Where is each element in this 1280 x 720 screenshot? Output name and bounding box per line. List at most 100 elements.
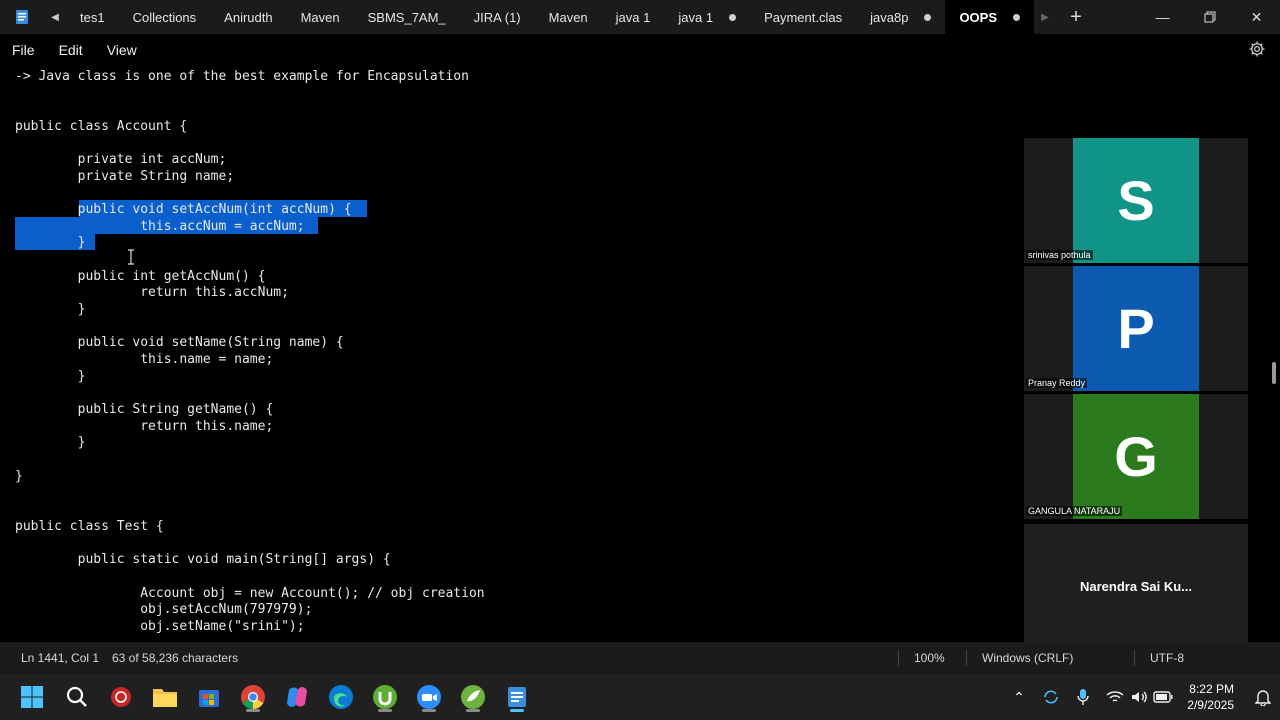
status-bar: Ln 1441, Col 1 63 of 58,236 characters 1… bbox=[0, 642, 1280, 674]
participant-avatar: P bbox=[1073, 266, 1199, 391]
code-line: } bbox=[15, 435, 86, 450]
code-line: private int accNum; bbox=[15, 152, 227, 167]
chrome-icon[interactable] bbox=[238, 682, 268, 712]
tab[interactable]: Maven bbox=[287, 0, 354, 34]
character-count: 63 of 58,236 characters bbox=[112, 651, 239, 665]
unsaved-dot-icon bbox=[924, 13, 932, 21]
meeting-participants-panel: Ssrinivas pothula P Pranay Reddy G GANGULA N… bbox=[1024, 138, 1248, 649]
line-ending[interactable]: Windows (CRLF) bbox=[982, 651, 1073, 665]
tab[interactable]: tes1 bbox=[66, 0, 119, 34]
windows-start-icon[interactable] bbox=[17, 682, 47, 712]
tab[interactable]: Maven bbox=[535, 0, 602, 34]
participant-tile[interactable]: G GANGULA NATARAJU bbox=[1024, 394, 1248, 519]
ibeam-cursor-icon bbox=[127, 249, 135, 265]
tab-label: tes1 bbox=[80, 9, 105, 25]
tab-label: JIRA (1) bbox=[473, 9, 521, 25]
tab-label: SBMS_7AM_ bbox=[367, 9, 446, 25]
tab[interactable]: Payment.clas bbox=[750, 0, 856, 34]
tab-label: Maven bbox=[548, 9, 588, 25]
code-line: return this.accNum; bbox=[15, 285, 289, 300]
code-line: public class Test { bbox=[15, 519, 164, 534]
edge-icon[interactable] bbox=[326, 682, 356, 712]
new-tab-button[interactable]: + bbox=[1056, 6, 1096, 29]
microsoft-store-icon[interactable] bbox=[194, 682, 224, 712]
copilot-icon[interactable] bbox=[282, 682, 312, 712]
tab-label: java8p bbox=[870, 9, 909, 25]
code-line: -> Java class is one of the best example… bbox=[15, 69, 469, 84]
text-editor[interactable]: -> Java class is one of the best example… bbox=[0, 66, 1020, 642]
editor-scrollbar-thumb[interactable] bbox=[1272, 362, 1276, 384]
clock-time: 8:22 PM bbox=[1189, 682, 1234, 696]
code-line: } bbox=[15, 369, 86, 384]
sync-icon[interactable] bbox=[1040, 686, 1062, 708]
title-bar: ◀ tes1 Collections Anirudth Maven SBMS_7AM_ J… bbox=[0, 0, 1280, 34]
participant-tile[interactable]: Ssrinivas pothula bbox=[1024, 138, 1248, 263]
utorrent-icon[interactable] bbox=[370, 682, 400, 712]
participant-tile[interactable]: Narendra Sai Ku... bbox=[1024, 524, 1248, 649]
menu-edit[interactable]: Edit bbox=[47, 34, 95, 66]
code-line: public static void main(String[] args) { bbox=[15, 552, 391, 567]
code-line: obj.setAccNum(797979); bbox=[15, 602, 313, 617]
settings-gear-icon[interactable] bbox=[1248, 40, 1268, 60]
show-hidden-icons-chevron-icon[interactable]: ⌃ bbox=[1008, 686, 1030, 708]
tab-label: OOPS bbox=[959, 9, 998, 25]
minimize-button[interactable]: ― bbox=[1139, 0, 1186, 34]
tab[interactable]: JIRA (1) bbox=[460, 0, 535, 34]
tab[interactable]: java8p bbox=[856, 0, 945, 34]
participant-tile[interactable]: P Pranay Reddy bbox=[1024, 266, 1248, 391]
notepad-taskbar-icon[interactable] bbox=[502, 682, 532, 712]
search-icon[interactable] bbox=[62, 682, 92, 712]
participant-name: Pranay Reddy bbox=[1026, 378, 1088, 388]
restore-icon bbox=[1204, 11, 1215, 23]
tab-label: Payment.clas bbox=[764, 9, 843, 25]
unsaved-dot-icon bbox=[729, 13, 737, 21]
unsaved-dot-icon bbox=[1013, 13, 1021, 21]
participant-avatar: G bbox=[1073, 394, 1199, 519]
code-line: public int getAccNum() { bbox=[15, 269, 266, 284]
participant-name: Narendra Sai Ku... bbox=[1080, 579, 1192, 594]
tab-label: java 1 bbox=[678, 9, 714, 25]
file-explorer-icon[interactable] bbox=[150, 682, 180, 712]
code-line: this.accNum = accNum; bbox=[15, 219, 305, 234]
zoom-level[interactable]: 100% bbox=[914, 651, 945, 665]
notifications-bell-icon[interactable] bbox=[1252, 686, 1274, 708]
tab-label: Maven bbox=[300, 9, 340, 25]
tab[interactable]: Collections bbox=[119, 0, 211, 34]
volume-icon[interactable] bbox=[1128, 686, 1150, 708]
tab[interactable]: OOPS bbox=[945, 0, 1035, 34]
spring-tool-suite-icon[interactable] bbox=[458, 682, 488, 712]
menu-view[interactable]: View bbox=[95, 34, 149, 66]
tab-label: java 1 bbox=[615, 9, 651, 25]
wifi-icon[interactable] bbox=[1104, 686, 1126, 708]
close-button[interactable]: ✕ bbox=[1233, 0, 1280, 34]
battery-icon[interactable] bbox=[1152, 686, 1174, 708]
tab[interactable]: java 1 bbox=[602, 0, 665, 34]
code-line: obj.setName("srini"); bbox=[15, 619, 305, 634]
code-line: } bbox=[15, 469, 23, 484]
encoding[interactable]: UTF-8 bbox=[1150, 651, 1184, 665]
taskbar: ⌃ 8:22 PM 2/9/2025 bbox=[0, 674, 1280, 720]
tab-strip: tes1 Collections Anirudth Maven SBMS_7AM_ JIR… bbox=[66, 0, 1035, 34]
scroll-tabs-left-icon[interactable]: ◀ bbox=[44, 0, 66, 34]
code-line: public String getName() { bbox=[15, 402, 274, 417]
restore-button[interactable] bbox=[1186, 0, 1233, 34]
microphone-icon[interactable] bbox=[1072, 686, 1094, 708]
tab[interactable]: Anirudth bbox=[210, 0, 286, 34]
code-line: Account obj = new Account(); // obj crea… bbox=[15, 586, 485, 601]
participant-name: GANGULA NATARAJU bbox=[1026, 506, 1123, 516]
tab[interactable]: java 1 bbox=[664, 0, 750, 34]
code-line: } bbox=[15, 302, 86, 317]
zoom-icon[interactable] bbox=[414, 682, 444, 712]
code-line: return this.name; bbox=[15, 419, 274, 434]
scroll-tabs-right-icon[interactable]: ▶ bbox=[1034, 0, 1056, 34]
tab[interactable]: SBMS_7AM_ bbox=[354, 0, 460, 34]
system-clock[interactable]: 8:22 PM 2/9/2025 bbox=[1187, 681, 1234, 713]
code-line: public void setName(String name) { bbox=[15, 335, 344, 350]
tab-label: Collections bbox=[132, 9, 197, 25]
code-line: this.name = name; bbox=[15, 352, 274, 367]
participant-avatar: S bbox=[1073, 138, 1199, 263]
tab-label: Anirudth bbox=[224, 9, 273, 25]
security-app-icon[interactable] bbox=[106, 682, 136, 712]
menu-file[interactable]: File bbox=[0, 34, 47, 66]
code-line: public void setAccNum(int accNum) { bbox=[15, 202, 352, 217]
